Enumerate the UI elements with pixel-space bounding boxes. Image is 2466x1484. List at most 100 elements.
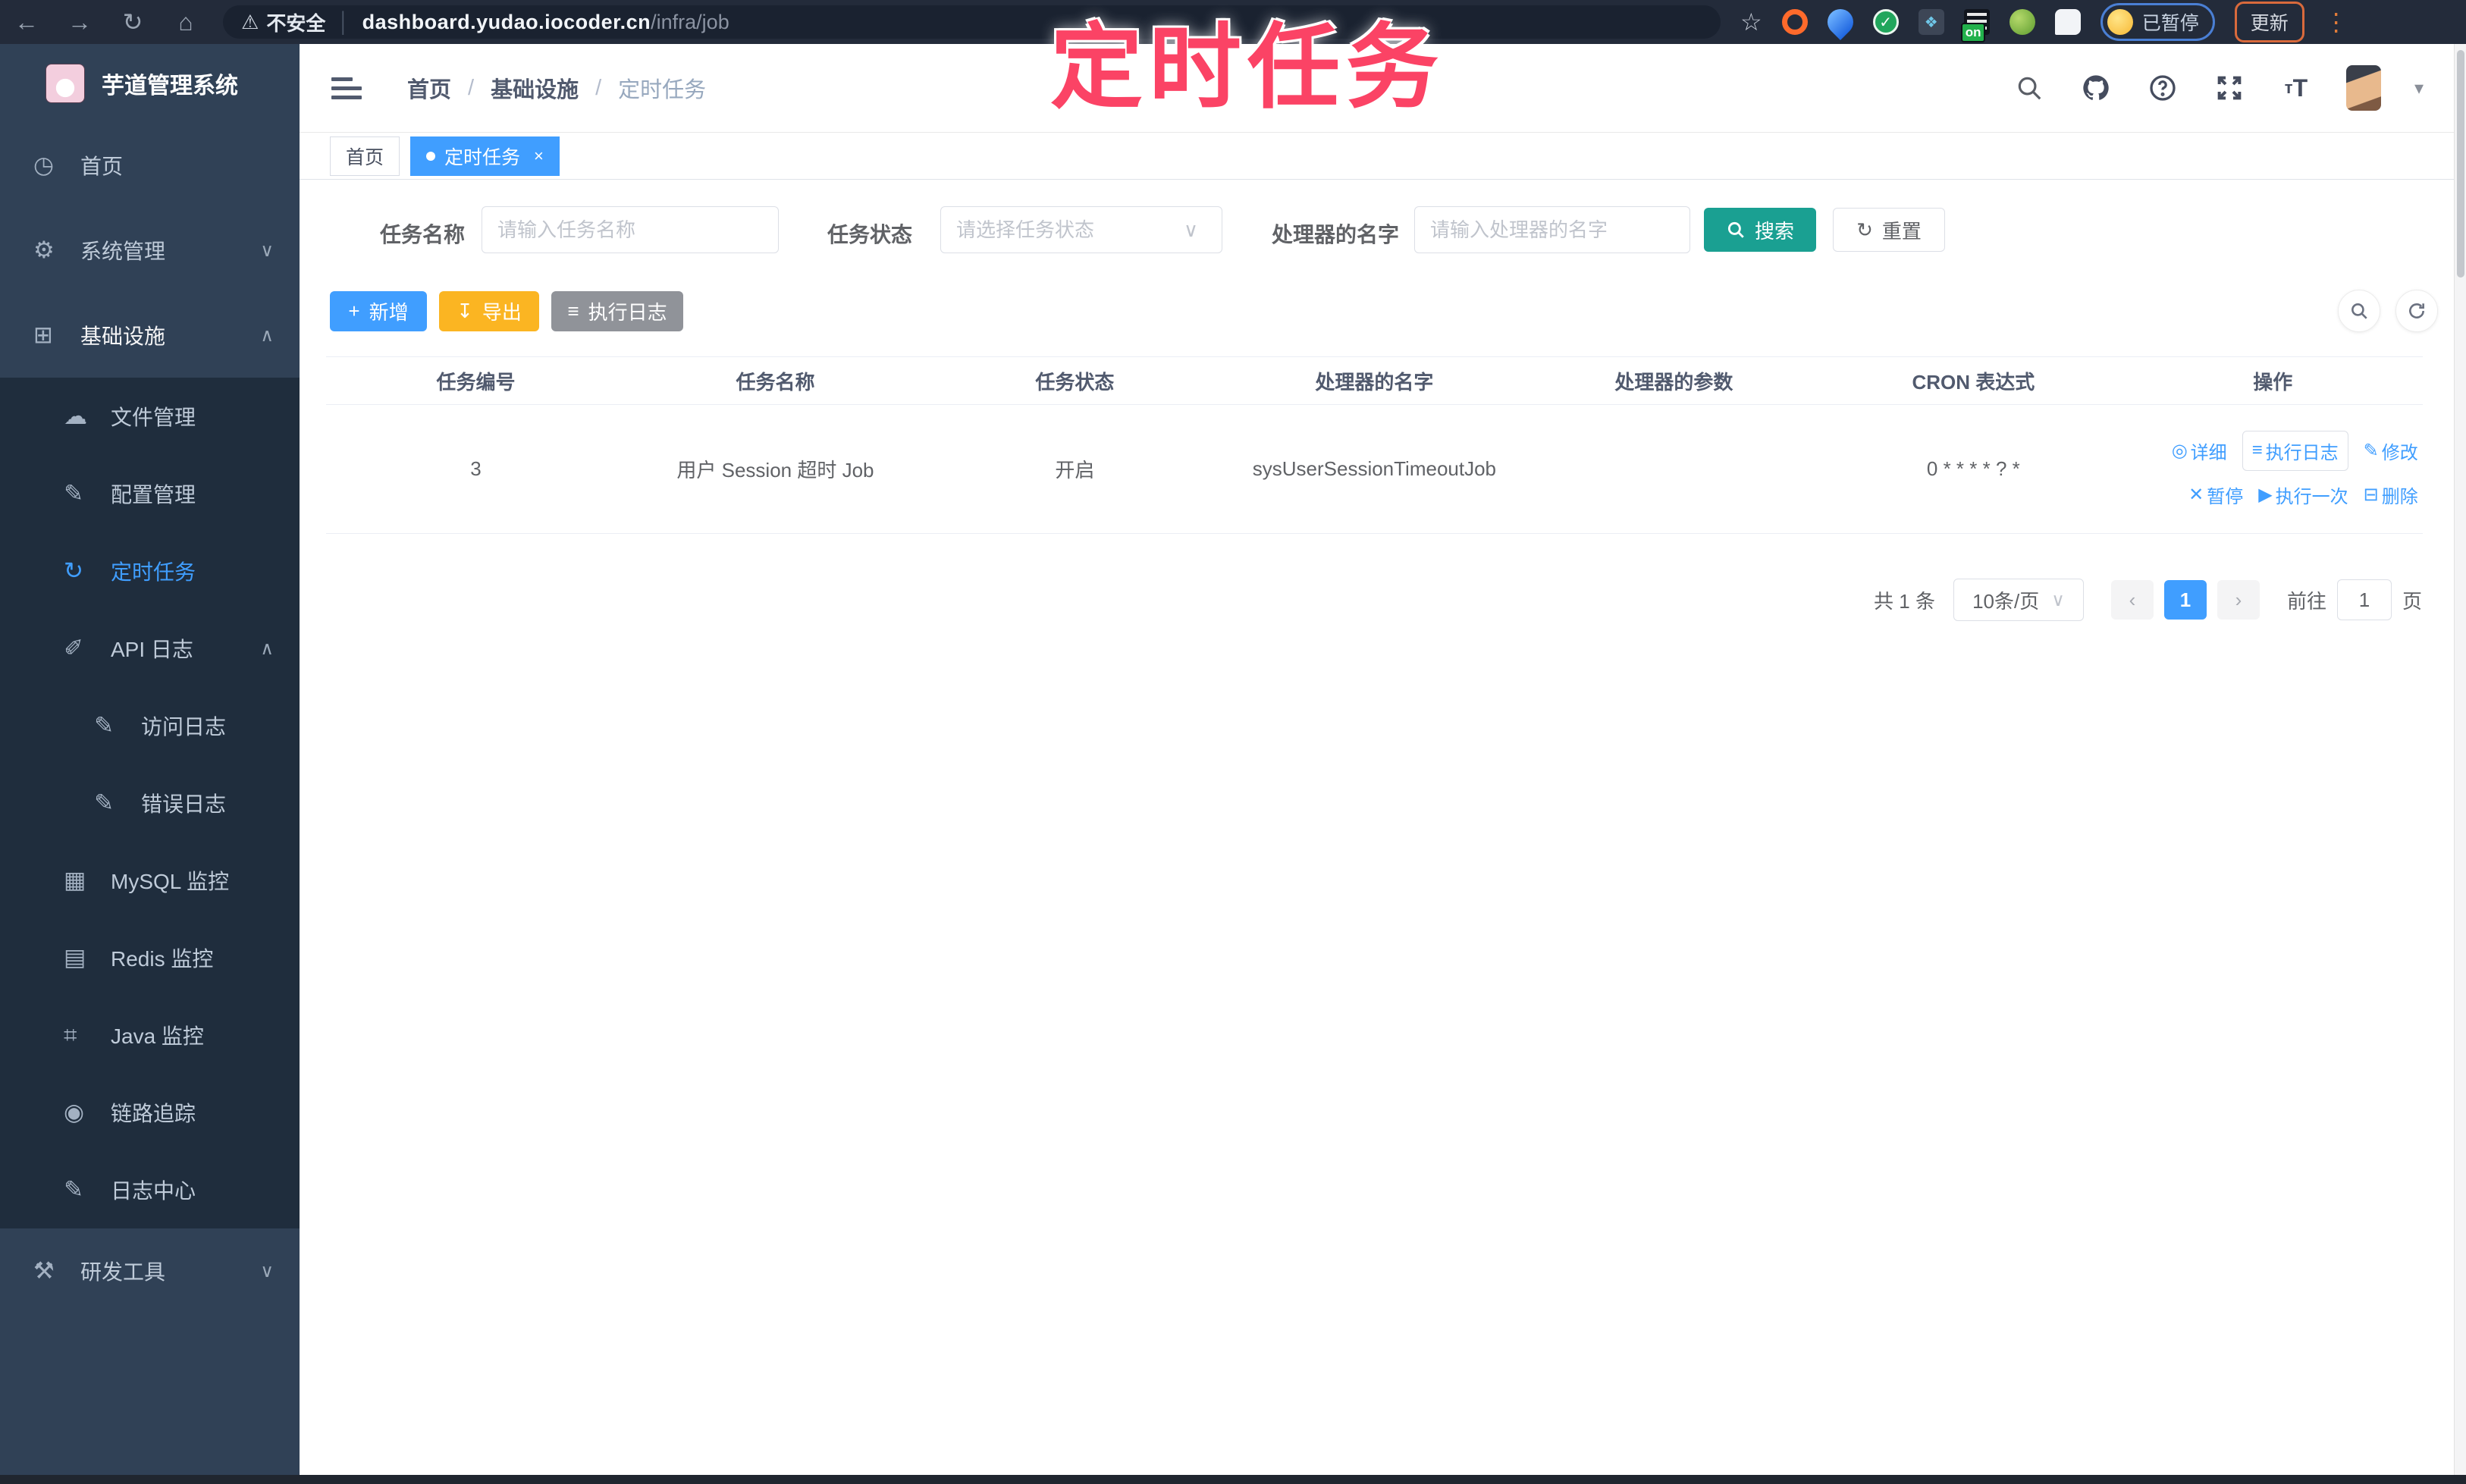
security-warning-icon[interactable]: ⚠ <box>241 11 259 34</box>
tab-scheduled-job[interactable]: 定时任务 × <box>410 136 560 176</box>
row-execution-log-label: 执行日志 <box>2266 438 2339 464</box>
page-scrollbar[interactable] <box>2454 44 2466 1484</box>
user-avatar[interactable] <box>2346 65 2381 111</box>
sidebar-item-dev-tools[interactable]: ⚒ 研发工具 ∨ <box>0 1228 300 1313</box>
browser-forward-icon[interactable]: → <box>53 8 106 36</box>
edit-link[interactable]: ✎修改 <box>2364 438 2418 464</box>
address-bar[interactable]: ⚠ 不安全 │ dashboard.yudao.iocoder.cn /infr… <box>223 5 1721 39</box>
col-job-name: 任务名称 <box>626 367 925 395</box>
user-menu-caret-icon[interactable]: ▾ <box>2414 77 2424 99</box>
sidebar-item-redis-monitor[interactable]: ▤ Redis 监控 <box>0 919 300 996</box>
browser-update-button[interactable]: 更新 <box>2235 2 2304 42</box>
page-1-button[interactable]: 1 <box>2164 580 2207 620</box>
sidebar-item-label: 首页 <box>80 150 274 180</box>
profile-avatar <box>2107 9 2133 35</box>
delete-link[interactable]: ⊟删除 <box>2364 482 2418 508</box>
breadcrumb-infrastructure[interactable]: 基础设施 <box>491 72 579 104</box>
extension-orange-icon[interactable] <box>1782 9 1808 35</box>
refresh-circle-button[interactable] <box>2395 290 2438 332</box>
collapse-sidebar-icon[interactable] <box>331 72 362 105</box>
show-search-circle-button[interactable] <box>2338 290 2380 332</box>
sidebar-item-home[interactable]: ◷ 首页 <box>0 123 300 208</box>
sidebar-item-java-monitor[interactable]: ⌗ Java 监控 <box>0 996 300 1074</box>
row-execution-log-link[interactable]: ≡执行日志 <box>2242 431 2348 471</box>
download-icon: ↧ <box>456 300 473 323</box>
search-icon[interactable] <box>2013 71 2046 105</box>
sidebar-item-file-manage[interactable]: ☁ 文件管理 <box>0 378 300 455</box>
chevron-down-icon: ∨ <box>260 1260 274 1282</box>
extensions-puzzle-icon[interactable] <box>2055 9 2081 35</box>
handler-name-label: 处理器的名字 <box>1240 218 1399 249</box>
pause-link[interactable]: ✕暂停 <box>2188 482 2243 508</box>
col-cron: CRON 表达式 <box>1824 367 2123 395</box>
page-size-select[interactable]: 10条/页 ∨ <box>1953 579 2084 621</box>
sidebar: 芋道管理系统 ◷ 首页 ⚙ 系统管理 ∨ ⊞ 基础设施 ∧ ☁ 文件管理 ✎ 配… <box>0 44 300 1484</box>
breadcrumb-home[interactable]: 首页 <box>407 72 451 104</box>
handler-name-input[interactable] <box>1414 206 1690 253</box>
app-logo-row[interactable]: 芋道管理系统 <box>0 44 300 123</box>
extension-grid-icon[interactable]: ❖ <box>1919 9 1944 35</box>
x-icon: ✕ <box>2188 484 2204 506</box>
next-page-button[interactable]: › <box>2217 580 2260 620</box>
trash-icon: ⊟ <box>2364 484 2379 506</box>
sidebar-item-error-log[interactable]: ✎ 错误日志 <box>0 764 300 842</box>
sidebar-item-access-log[interactable]: ✎ 访问日志 <box>0 687 300 764</box>
font-size-icon[interactable]: тT <box>2279 71 2313 105</box>
tools-icon: ⚒ <box>33 1257 80 1285</box>
select-caret-icon: ∨ <box>2051 589 2065 611</box>
run-once-link-label: 执行一次 <box>2276 482 2348 508</box>
page-watermark: 定时任务 <box>1050 0 1445 127</box>
total-count-label: 共 1 条 <box>1874 586 1935 614</box>
chevron-up-icon: ∧ <box>260 325 274 347</box>
sidebar-item-infrastructure[interactable]: ⊞ 基础设施 ∧ <box>0 293 300 378</box>
browser-back-icon[interactable]: ← <box>0 8 53 36</box>
job-table: 任务编号 任务名称 任务状态 处理器的名字 处理器的参数 CRON 表达式 操作… <box>326 356 2423 534</box>
monitor-icon: ⌗ <box>64 1021 111 1049</box>
export-button[interactable]: ↧ 导出 <box>439 291 539 331</box>
browser-home-icon[interactable]: ⌂ <box>159 8 212 36</box>
extension-green-check-icon[interactable]: ✓ <box>1873 9 1899 35</box>
tab-label: 首页 <box>346 143 384 170</box>
extension-pin-icon[interactable] <box>1822 4 1859 40</box>
sidebar-item-api-log[interactable]: ✐ API 日志 ∧ <box>0 610 300 687</box>
scrollbar-thumb[interactable] <box>2457 50 2464 278</box>
execution-log-button[interactable]: ≡ 执行日志 <box>551 291 683 331</box>
close-icon[interactable]: × <box>534 146 544 166</box>
github-icon[interactable] <box>2079 71 2113 105</box>
tab-home[interactable]: 首页 <box>330 136 400 176</box>
fullscreen-icon[interactable] <box>2213 71 2246 105</box>
sidebar-item-scheduled-job[interactable]: ↻ 定时任务 <box>0 532 300 610</box>
sidebar-item-mysql-monitor[interactable]: ▦ MySQL 监控 <box>0 842 300 919</box>
cell-handler-name: sysUserSessionTimeoutJob <box>1225 453 1524 485</box>
sidebar-item-label: MySQL 监控 <box>111 865 274 896</box>
run-once-link[interactable]: ▶执行一次 <box>2258 482 2348 508</box>
detail-link[interactable]: ◎详细 <box>2172 438 2227 464</box>
pencil-icon: ✎ <box>2364 440 2379 462</box>
search-button[interactable]: 搜索 <box>1704 208 1816 252</box>
extension-switch-icon[interactable]: on <box>1964 9 1990 35</box>
sidebar-item-config-manage[interactable]: ✎ 配置管理 <box>0 455 300 532</box>
extension-leaf-icon[interactable] <box>2010 9 2035 35</box>
sidebar-item-log-center[interactable]: ✎ 日志中心 <box>0 1151 300 1228</box>
browser-menu-icon[interactable]: ⋮ <box>2324 8 2348 36</box>
sidebar-item-label: API 日志 <box>111 633 260 664</box>
goto-page-input[interactable] <box>2337 579 2392 620</box>
sidebar-item-trace[interactable]: ◉ 链路追踪 <box>0 1074 300 1151</box>
help-icon[interactable] <box>2146 71 2179 105</box>
sidebar-submenu-infrastructure: ☁ 文件管理 ✎ 配置管理 ↻ 定时任务 ✐ API 日志 ∧ ✎ 访问日志 ✎… <box>0 378 300 1228</box>
pause-link-label: 暂停 <box>2207 482 2243 508</box>
sidebar-item-system[interactable]: ⚙ 系统管理 ∨ <box>0 208 300 293</box>
add-button[interactable]: + 新增 <box>330 291 427 331</box>
col-job-status: 任务状态 <box>925 367 1225 395</box>
log-icon: ✐ <box>64 635 111 662</box>
prev-page-button[interactable]: ‹ <box>2111 580 2154 620</box>
bookmark-star-icon[interactable]: ☆ <box>1740 8 1762 36</box>
browser-profile-chip[interactable]: 已暂停 <box>2100 3 2215 41</box>
address-separator: │ <box>337 11 350 34</box>
reset-button[interactable]: ↻ 重置 <box>1833 208 1945 252</box>
cell-actions: ◎详细 ≡执行日志 ✎修改 ✕暂停 ▶执行一次 <box>2123 431 2423 508</box>
browser-reload-icon[interactable]: ↻ <box>106 8 159 36</box>
job-status-select[interactable] <box>940 206 1222 253</box>
sidebar-item-label: 定时任务 <box>111 556 274 586</box>
job-name-input[interactable] <box>482 206 779 253</box>
